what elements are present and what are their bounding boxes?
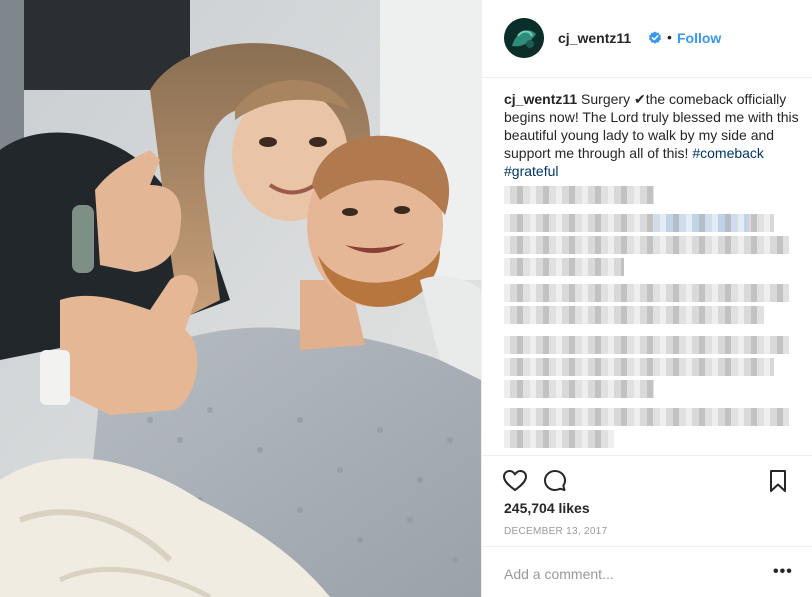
more-options-icon[interactable]: ••• [773,562,793,582]
caption-check-mark: ✔ [633,91,646,107]
comment-icon[interactable] [542,468,568,494]
blurred-comment-line [504,336,789,354]
blurred-comment-line [504,284,789,302]
likes-count[interactable]: 245,704 likes [504,500,590,516]
blurred-comment-line [504,258,624,276]
avatar-image [504,18,544,58]
post-photo[interactable] [0,0,481,597]
heart-icon[interactable] [502,468,528,494]
avatar[interactable] [504,18,544,58]
blurred-comments [504,180,804,450]
post-caption: cj_wentz11 Surgery ✔the comeback officia… [504,90,804,180]
post-header: cj_wentz11 • Follow [482,0,812,78]
comment-input[interactable] [504,563,754,585]
caption-username[interactable]: cj_wentz11 [504,91,577,107]
blurred-comment-line [504,186,654,204]
blurred-comment-line [504,380,654,398]
verified-badge-icon [648,31,662,45]
blurred-comment-line [504,236,789,254]
blurred-comment-line [504,430,614,448]
hashtag-grateful[interactable]: #grateful [504,163,558,179]
separator-dot: • [667,29,672,45]
follow-button[interactable]: Follow [677,30,721,46]
bookmark-icon[interactable] [765,468,791,494]
caption-text-1: Surgery [577,91,634,107]
blurred-comment-line [504,358,774,376]
post-side-panel: cj_wentz11 • Follow cj_wentz11 Surgery ✔… [481,0,812,597]
blurred-comment-line [504,214,774,232]
comment-bar: ••• [482,546,812,597]
post-date[interactable]: DECEMBER 13, 2017 [504,526,607,537]
post-photo-image [0,0,481,597]
author-username[interactable]: cj_wentz11 [558,30,631,46]
blurred-comment-line [504,306,764,324]
blurred-comment-line [504,408,789,426]
post-actions [482,455,812,503]
hashtag-comeback[interactable]: #comeback [692,145,764,161]
